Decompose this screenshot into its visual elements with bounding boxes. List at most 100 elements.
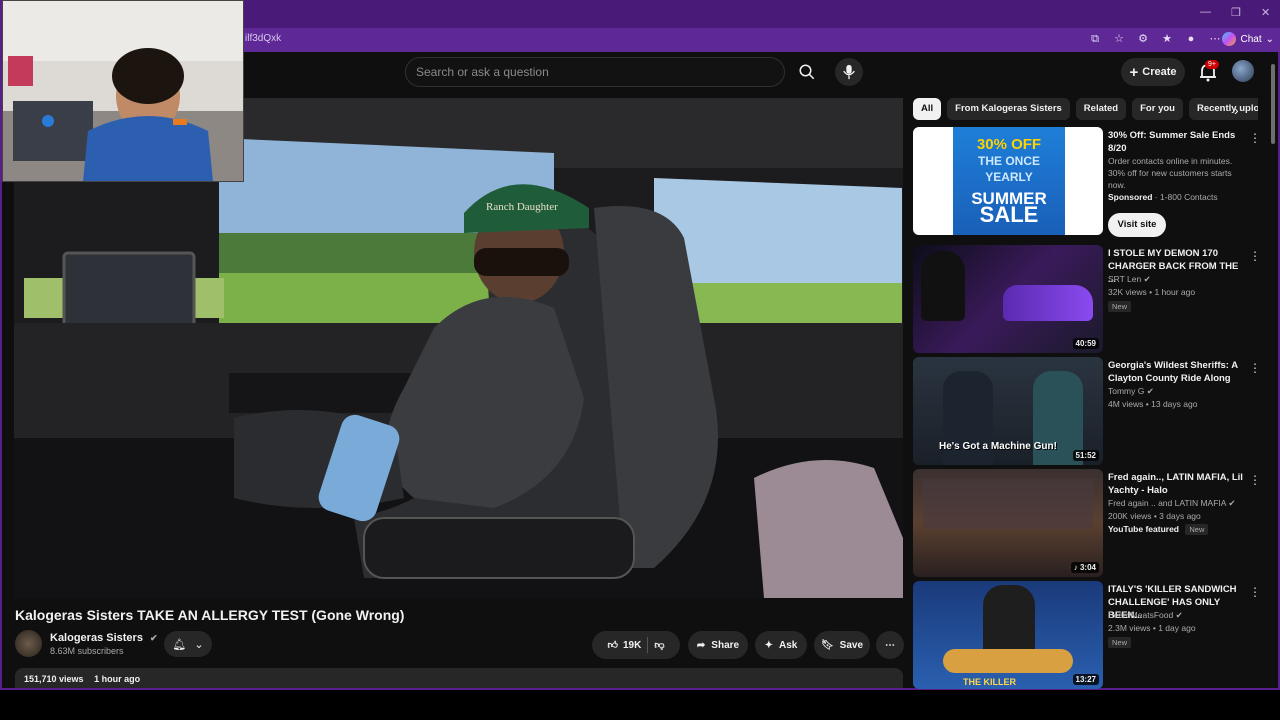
chevron-right-icon[interactable]: › [1234,102,1239,118]
kebab-menu-icon[interactable]: ⋮ [1249,585,1261,599]
kebab-menu-icon[interactable]: ⋮ [1249,361,1261,375]
video-title[interactable]: Fred again.., LATIN MAFIA, Lil Yachty - … [1108,471,1243,497]
kebab-menu-icon[interactable]: ⋮ [1249,473,1261,487]
video-tags: YouTube featured New [1108,523,1209,536]
search-icon [799,64,815,80]
video-thumbnail[interactable]: THE KILLER 13:27 [913,581,1103,689]
channel-name[interactable]: Kalogeras Sisters ✔ [50,632,158,644]
copilot-icon [1222,32,1237,46]
extension-icon[interactable]: ⚙ [1136,32,1150,46]
channel-name[interactable]: Tommy G ✔ [1108,385,1154,397]
ad-thumb-line3: YEARLY [985,170,1033,184]
views-description-box[interactable]: 151,710 views 1 hour ago [15,668,903,688]
video-thumbnail[interactable]: ♪ 3:04 [913,469,1103,577]
save-button[interactable]: 🔖︎ Save [814,631,870,659]
kebab-menu-icon[interactable]: ⋮ [1249,131,1261,145]
hat-text: Ranch Daughter [486,201,558,213]
channel-name-text[interactable]: Tommy G [1108,386,1144,396]
sponsored-ad[interactable]: 30% OFF THE ONCE YEARLY SUMMER SALE 30% … [913,127,1261,237]
ad-thumb-line5: SALE [979,202,1039,227]
duration-text: 3:04 [1079,563,1096,572]
favorite-star-icon[interactable]: ☆ [1112,32,1126,46]
video-meta: 32K views • 1 hour ago [1108,287,1196,297]
dislike-button[interactable]: 👎︎ [654,639,664,651]
ask-button[interactable]: ✦ Ask [755,631,807,659]
video-title[interactable]: Georgia's Wildest Sheriffs: A Clayton Co… [1108,359,1243,385]
minimize-icon[interactable]: — [1200,6,1211,18]
notification-badge: 9+ [1205,60,1219,69]
chip-all[interactable]: All [913,98,942,120]
channel-name-text[interactable]: Kalogeras Sisters [50,632,143,644]
plus-icon: + [1129,63,1139,81]
featured-label: YouTube featured [1108,524,1179,534]
recommended-video[interactable]: THE KILLER 13:27 ITALY'S 'KILLER SANDWIC… [913,581,1261,689]
url-text[interactable]: ilf3dQxk [245,33,281,44]
copilot-chat-button[interactable]: Chat ⌄ [1222,32,1274,46]
ad-thumb-text: 30% OFF THE ONCE YEARLY SUMMER SALE [953,136,1065,227]
split-screen-icon[interactable]: ⧉ [1088,32,1102,46]
thumbnail-caption: THE KILLER [963,677,1016,687]
chip-related[interactable]: Related [1075,98,1127,120]
browser-window: — ❐ ✕ ilf3dQxk ⧉ ☆ ⚙ ★ ● ⋯ Chat ⌄ + [0,0,1280,690]
search-button[interactable] [793,58,821,86]
new-badge: New [1185,524,1209,535]
channel-avatar[interactable] [15,630,42,657]
share-button[interactable]: ➦ Share [688,631,748,659]
channel-name-text[interactable]: BeardMeatsFood [1108,610,1173,620]
new-badge: New [1108,637,1132,648]
account-avatar[interactable] [1232,60,1254,82]
ad-thumbnail[interactable]: 30% OFF THE ONCE YEARLY SUMMER SALE [913,127,1103,235]
search-box[interactable] [405,57,785,87]
like-dislike-group: 👍︎ 19K 👎︎ [592,631,680,659]
visit-site-button[interactable]: Visit site [1108,213,1166,237]
ad-title[interactable]: 30% Off: Summer Sale Ends 8/20 [1108,129,1243,155]
duration-badge: ♪ 3:04 [1070,562,1099,573]
video-thumbnail[interactable]: He's Got a Machine Gun! 51:52 [913,357,1103,465]
sparkle-icon: ✦ [764,639,774,651]
bookmark-icon: 🔖︎ [820,639,834,651]
thumbs-up-icon: 👍︎ [607,640,618,651]
scrollbar-thumb[interactable] [1271,64,1275,144]
ask-label: Ask [779,639,798,651]
microphone-icon [843,64,855,80]
verified-check-icon: ✔ [150,633,158,643]
channel-name-text[interactable]: SRT Len [1108,274,1141,284]
chevron-down-icon: ⌄ [194,638,204,651]
subscription-bell-button[interactable]: 🔔︎ ⌄ [164,631,212,657]
subscriber-count: 8.63M subscribers [50,646,124,656]
duration-badge: 51:52 [1072,450,1099,461]
create-button[interactable]: + Create [1121,58,1185,86]
recommended-video[interactable]: ♪ 3:04 Fred again.., LATIN MAFIA, Lil Ya… [913,469,1261,577]
chip-for-you[interactable]: For you [1132,98,1183,120]
share-arrow-icon: ➦ [696,639,706,651]
profile-icon[interactable]: ● [1184,32,1198,46]
verified-check-icon: ✔ [1143,274,1151,284]
verified-check-icon: ✔ [1228,498,1236,508]
channel-name[interactable]: BeardMeatsFood ✔ [1108,609,1183,621]
video-thumbnail[interactable]: 40:59 [913,245,1103,353]
search-input[interactable] [406,58,784,86]
restore-icon[interactable]: ❐ [1231,6,1241,19]
more-actions-button[interactable]: ⋯ [876,631,904,659]
more-menu-icon[interactable]: ⋯ [1208,32,1222,46]
channel-name[interactable]: SRT Len ✔ [1108,273,1151,285]
favorites-icon[interactable]: ★ [1160,32,1174,46]
chip-recently-uploaded[interactable]: Recently uploaded [1188,98,1258,120]
recommended-video[interactable]: He's Got a Machine Gun! 51:52 Georgia's … [913,357,1261,465]
new-badge: New [1108,301,1132,312]
channel-name-text[interactable]: Fred again .. and LATIN MAFIA [1108,498,1226,508]
chat-label: Chat [1240,33,1262,45]
sponsored-label: Sponsored [1108,192,1153,202]
page-scrollbar[interactable] [1268,52,1278,688]
kebab-menu-icon[interactable]: ⋮ [1249,249,1261,263]
chip-from-channel[interactable]: From Kalogeras Sisters [947,98,1070,120]
share-label: Share [711,639,740,651]
recommended-video[interactable]: 40:59 I STOLE MY DEMON 170 CHARGER BACK … [913,245,1261,353]
like-button[interactable]: 👍︎ 19K [607,639,642,652]
channel-name[interactable]: Fred again .. and LATIN MAFIA ✔ [1108,497,1235,509]
ad-thumb-line1: 30% OFF [976,136,1042,153]
thumbnail-caption: He's Got a Machine Gun! [939,441,1057,452]
close-icon[interactable]: ✕ [1261,6,1270,19]
voice-search-button[interactable] [835,58,863,86]
duration-badge: 13:27 [1072,674,1099,685]
